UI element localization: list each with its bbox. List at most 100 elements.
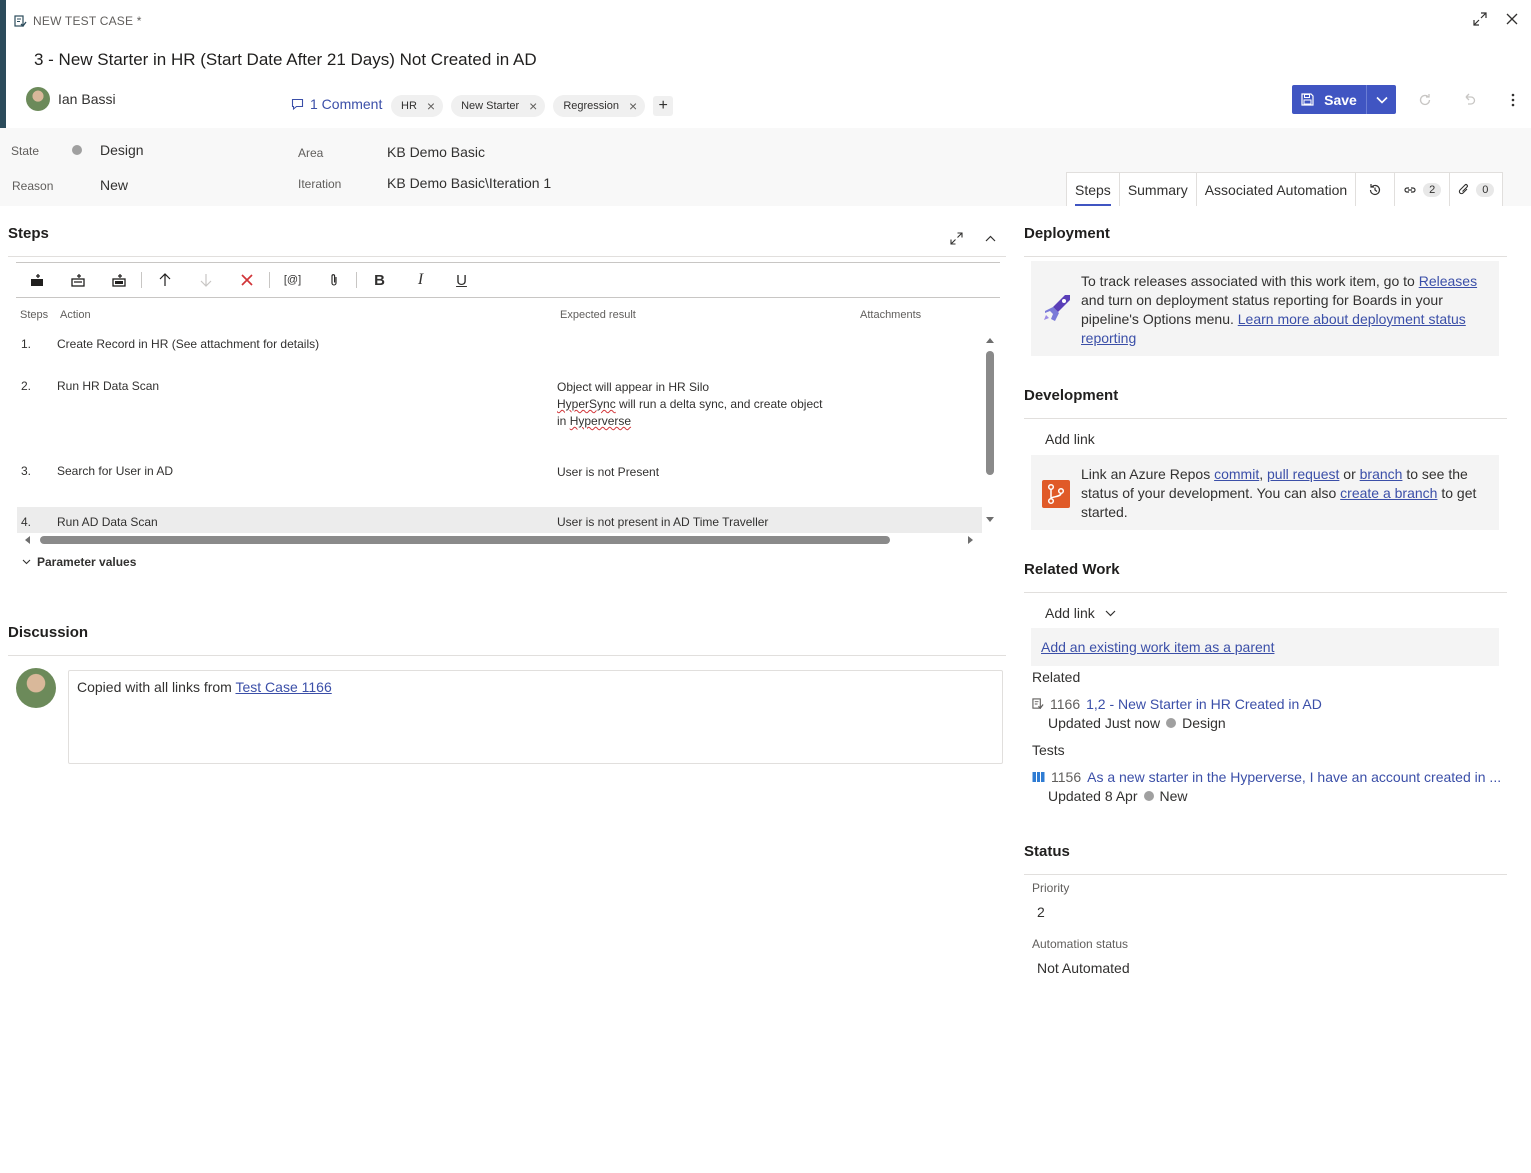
step-action[interactable]: Run HR Data Scan xyxy=(57,379,159,393)
development-text: Link an Azure Repos commit, pull request… xyxy=(1081,466,1477,520)
undo-button[interactable] xyxy=(1454,85,1484,114)
comments-link[interactable]: 1 Comment xyxy=(291,96,382,112)
tab-history[interactable] xyxy=(1356,173,1396,206)
add-attachment-button[interactable] xyxy=(313,265,354,295)
state-dot xyxy=(1143,791,1154,801)
state-field[interactable]: Design xyxy=(100,142,144,158)
expand-icon[interactable] xyxy=(1473,12,1487,26)
close-icon[interactable]: × xyxy=(529,99,537,113)
bold-button[interactable]: B xyxy=(359,265,400,295)
status-section-title: Status xyxy=(1024,843,1070,860)
refresh-button[interactable] xyxy=(1410,85,1440,114)
related-group-label: Related xyxy=(1032,669,1081,685)
add-tag-button[interactable]: + xyxy=(653,96,674,116)
priority-field[interactable]: 2 xyxy=(1037,904,1045,920)
step-number: 3. xyxy=(21,464,32,478)
avatar xyxy=(16,668,56,708)
tab-steps[interactable]: Steps xyxy=(1067,173,1120,206)
comments-count: 1 Comment xyxy=(310,96,383,112)
area-field[interactable]: KB Demo Basic xyxy=(387,144,485,160)
tab-summary[interactable]: Summary xyxy=(1120,173,1197,206)
chevron-up-icon[interactable] xyxy=(985,235,996,242)
avatar xyxy=(26,87,50,111)
pull-request-link[interactable]: pull request xyxy=(1267,466,1339,482)
step-number: 1. xyxy=(21,337,32,351)
step-expected-result[interactable]: User is not Present xyxy=(557,464,659,481)
insert-step-button[interactable] xyxy=(16,265,57,295)
close-icon[interactable] xyxy=(1505,12,1519,26)
step-action[interactable]: Create Record in HR (See attachment for … xyxy=(57,337,319,351)
add-parent-link[interactable]: Add an existing work item as a parent xyxy=(1041,639,1274,655)
step-expected-result[interactable]: Object will appear in HR Silo HyperSync … xyxy=(557,379,822,430)
italic-button[interactable]: I xyxy=(400,265,441,295)
more-vertical-icon xyxy=(1511,93,1515,107)
state-dot xyxy=(1166,718,1177,728)
comment-item[interactable]: Copied with all links from Test Case 116… xyxy=(68,670,1003,764)
close-icon[interactable]: × xyxy=(427,99,435,113)
related-work-add-link-button[interactable]: Add link xyxy=(1045,605,1116,621)
save-options-button[interactable] xyxy=(1366,85,1396,114)
related-work-item[interactable]: 1166 1,2 - New Starter in HR Created in … xyxy=(1032,696,1322,731)
save-button[interactable]: Save xyxy=(1292,85,1366,114)
steps-vertical-scrollbar[interactable] xyxy=(983,333,997,529)
insert-shared-steps-button[interactable] xyxy=(57,265,98,295)
move-down-button[interactable] xyxy=(185,265,226,295)
step-expected-result[interactable]: User is not present in AD Time Traveller xyxy=(557,514,768,531)
work-item-type-label: NEW TEST CASE * xyxy=(33,14,142,28)
table-row[interactable]: 2. Run HR Data Scan Object will appear i… xyxy=(17,379,982,459)
tab-associated-automation[interactable]: Associated Automation xyxy=(1197,173,1357,206)
table-row[interactable]: 3. Search for User in AD User is not Pre… xyxy=(17,464,982,504)
assignee-picker[interactable]: Ian Bassi xyxy=(26,87,116,111)
test-case-link[interactable]: Test Case 1166 xyxy=(235,679,331,695)
automation-status-label: Automation status xyxy=(1032,937,1129,951)
discussion-divider xyxy=(8,655,1006,656)
branch-link[interactable]: branch xyxy=(1360,466,1403,482)
iteration-label: Iteration xyxy=(298,177,342,191)
releases-link[interactable]: Releases xyxy=(1419,273,1477,289)
tag-new-starter[interactable]: New Starter × xyxy=(451,95,546,117)
table-row[interactable]: 1. Create Record in HR (See attachment f… xyxy=(17,337,982,377)
create-shared-steps-button[interactable] xyxy=(98,265,139,295)
state-dot xyxy=(72,145,82,155)
work-item-title[interactable]: 3 - New Starter in HR (Start Date After … xyxy=(34,50,537,70)
steps-horizontal-scrollbar[interactable] xyxy=(20,533,980,547)
table-row[interactable]: 4. Run AD Data Scan User is not present … xyxy=(17,507,982,533)
related-item-title[interactable]: 1,2 - New Starter in HR Created in AD xyxy=(1086,696,1322,712)
expected-result-column-header: Expected result xyxy=(560,309,636,321)
tab-attachments[interactable]: 0 xyxy=(1450,173,1504,206)
tab-links[interactable]: 2 xyxy=(1395,173,1451,206)
step-action[interactable]: Run AD Data Scan xyxy=(57,515,158,529)
delete-step-button[interactable] xyxy=(226,265,267,295)
move-up-button[interactable] xyxy=(144,265,185,295)
work-item-fields: State Design Reason New Area KB Demo Bas… xyxy=(0,128,1531,206)
refresh-icon xyxy=(1418,93,1432,107)
test-item-title[interactable]: As a new starter in the Hyperverse, I ha… xyxy=(1087,769,1501,785)
more-actions-button[interactable] xyxy=(1498,85,1528,114)
paperclip-icon xyxy=(329,273,339,287)
create-branch-link[interactable]: create a branch xyxy=(1340,485,1437,501)
insert-parameter-button[interactable]: [@] xyxy=(272,265,313,295)
underline-button[interactable]: U xyxy=(441,265,482,295)
close-icon[interactable]: × xyxy=(629,99,637,113)
deployment-text: To track releases associated with this w… xyxy=(1081,273,1478,346)
tag-regression[interactable]: Regression × xyxy=(553,95,646,117)
reason-field[interactable]: New xyxy=(100,177,128,193)
development-add-link-button[interactable]: Add link xyxy=(1045,431,1095,447)
undo-icon xyxy=(1462,93,1476,107)
user-story-icon xyxy=(1032,771,1045,783)
iteration-field[interactable]: KB Demo Basic\Iteration 1 xyxy=(387,175,551,191)
test-item-id: 1156 xyxy=(1051,769,1082,785)
status-divider xyxy=(1024,874,1507,875)
step-action[interactable]: Search for User in AD xyxy=(57,464,173,478)
automation-status-field[interactable]: Not Automated xyxy=(1037,960,1130,976)
test-work-item[interactable]: 1156 As a new starter in the Hyperverse,… xyxy=(1032,769,1501,804)
steps-column-header: Steps xyxy=(20,309,49,321)
tag-hr[interactable]: HR × xyxy=(391,95,444,117)
add-parent-card: Add an existing work item as a parent xyxy=(1031,628,1499,666)
chevron-down-icon xyxy=(22,559,31,565)
maximize-icon[interactable] xyxy=(950,232,963,245)
related-work-section-title: Related Work xyxy=(1024,561,1120,578)
development-divider xyxy=(1024,418,1507,419)
parameter-values-toggle[interactable]: Parameter values xyxy=(22,555,136,569)
commit-link[interactable]: commit xyxy=(1214,466,1259,482)
